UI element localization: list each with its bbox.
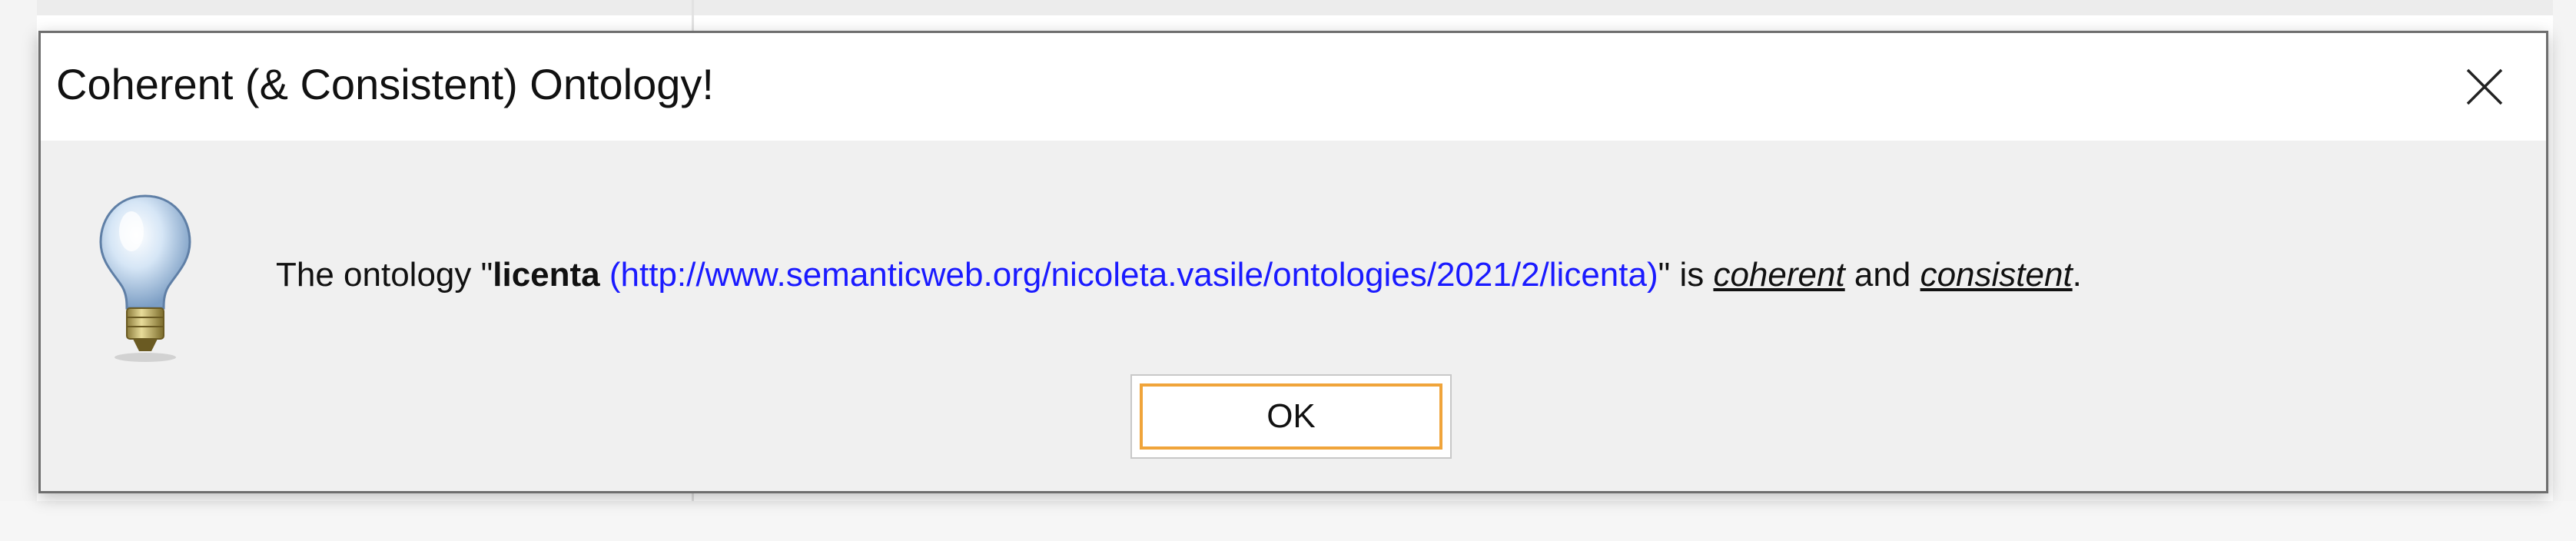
background-app-left bbox=[0, 0, 37, 541]
term-coherent: coherent bbox=[1713, 256, 1845, 294]
ok-button-frame: OK bbox=[1130, 374, 1452, 459]
background-app-bottom bbox=[0, 501, 2576, 541]
message-conjunction: and bbox=[1844, 256, 1920, 294]
ontology-iri: (http://www.semanticweb.org/nicoleta.vas… bbox=[609, 256, 1658, 294]
close-button[interactable] bbox=[2446, 50, 2523, 124]
message-dialog: Coherent (& Consistent) Ontology! The on… bbox=[38, 31, 2548, 493]
message-prefix: The ontology " bbox=[276, 256, 493, 294]
screen: Coherent (& Consistent) Ontology! The on… bbox=[0, 0, 2576, 541]
light-bulb-icon bbox=[95, 191, 196, 363]
message-middle: " is bbox=[1658, 256, 1714, 294]
ok-button[interactable]: OK bbox=[1140, 383, 1442, 450]
dialog-message: The ontology "licenta (http://www.semant… bbox=[276, 256, 2082, 294]
background-app-right bbox=[2553, 0, 2576, 541]
dialog-titlebar[interactable]: Coherent (& Consistent) Ontology! bbox=[41, 33, 2546, 141]
background-app-strip bbox=[0, 0, 2576, 15]
ontology-name: licenta bbox=[493, 256, 600, 294]
close-icon bbox=[2466, 68, 2503, 105]
dialog-title: Coherent (& Consistent) Ontology! bbox=[56, 60, 714, 108]
message-suffix: . bbox=[2072, 256, 2082, 294]
term-consistent: consistent bbox=[1920, 256, 2073, 294]
